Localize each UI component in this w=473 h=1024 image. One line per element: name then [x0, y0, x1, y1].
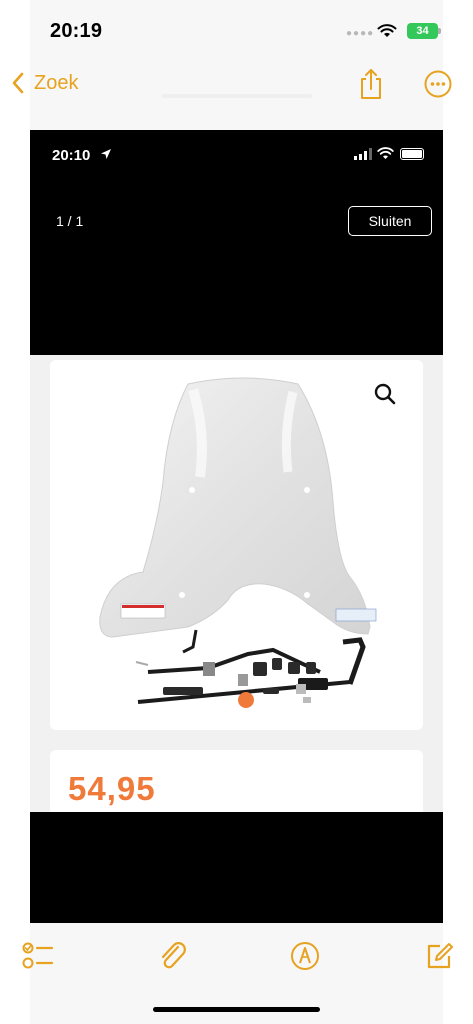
checklist-icon[interactable] [21, 939, 55, 973]
nav-bar: Zoek [0, 60, 473, 108]
battery-cap [438, 28, 441, 34]
back-button[interactable]: Zoek [10, 68, 78, 98]
paperclip-icon[interactable] [156, 939, 190, 973]
embedded-wifi-icon [377, 147, 394, 159]
more-options-icon[interactable] [424, 70, 452, 98]
windshield-product-image [99, 377, 377, 708]
embedded-battery-icon [400, 148, 424, 160]
wifi-icon [377, 24, 397, 37]
embedded-screenshot[interactable]: 20:10 1 / 1 Sluiten 54,95 [30, 130, 443, 923]
share-icon[interactable] [357, 68, 385, 100]
product-image-card[interactable] [50, 360, 423, 730]
cellular-signal-icon [354, 148, 372, 160]
chevron-left-icon [12, 72, 24, 94]
markup-pen-icon[interactable] [288, 939, 322, 973]
close-button[interactable]: Sluiten [348, 206, 432, 236]
bottom-toolbar [0, 935, 473, 985]
location-arrow-icon [101, 149, 111, 159]
signal-dots-icon: ●●●● [346, 28, 375, 39]
zoom-icon [374, 383, 396, 405]
embedded-status-time: 20:10 [52, 147, 91, 164]
image-counter: 1 / 1 [56, 213, 84, 229]
price-card: 54,95 [50, 750, 423, 812]
nav-divider [162, 94, 312, 98]
notes-screen: 20:19 ●●●● 34 Zoek 20:10 1 / 1 Sluiten 5… [0, 0, 473, 1024]
compose-icon[interactable] [422, 939, 456, 973]
status-time: 20:19 [50, 20, 103, 42]
battery-indicator: 34 [407, 23, 438, 39]
product-page: 54,95 [30, 355, 443, 812]
back-label: Zoek [34, 71, 79, 94]
home-indicator[interactable] [153, 1007, 320, 1012]
status-bar: 20:19 ●●●● 34 [30, 0, 443, 60]
product-price: 54,95 [68, 770, 156, 807]
